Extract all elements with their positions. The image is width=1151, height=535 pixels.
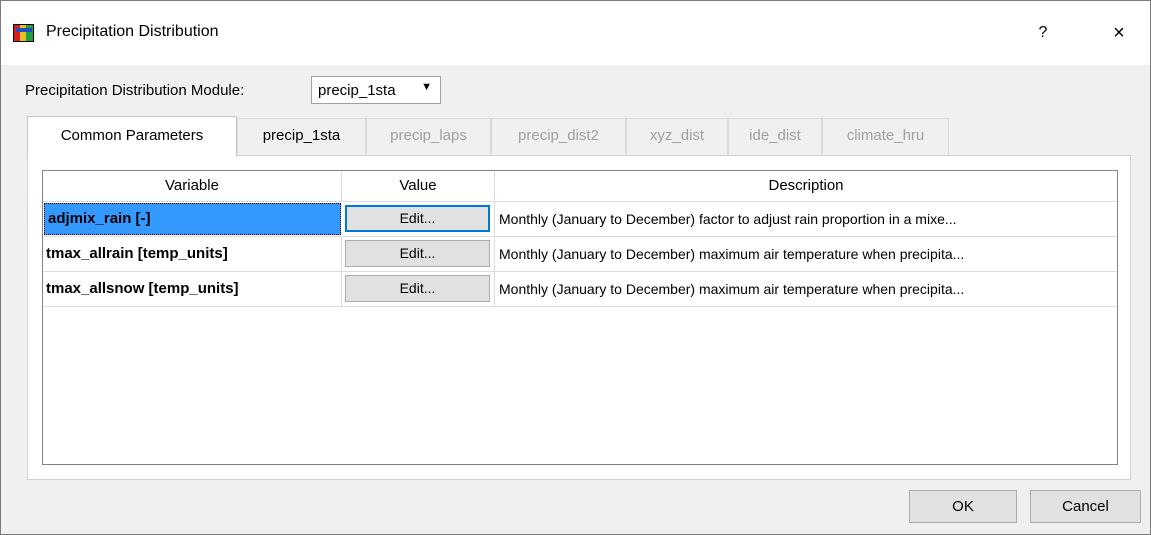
edit-button[interactable]: Edit... — [345, 205, 490, 232]
tab-ide-dist[interactable]: ide_dist — [728, 118, 822, 154]
table-header: Variable Value Description — [43, 171, 1117, 202]
variable-cell[interactable]: tmax_allsnow [temp_units] — [43, 272, 342, 306]
window-title: Precipitation Distribution — [46, 23, 219, 40]
tab-precip-1sta[interactable]: precip_1sta — [237, 118, 366, 154]
tab-panel: Variable Value Description adjmix_rain [… — [27, 155, 1131, 480]
app-icon — [13, 24, 34, 42]
module-label: Precipitation Distribution Module: — [25, 82, 245, 99]
value-cell: Edit... — [342, 202, 495, 236]
table-row[interactable]: adjmix_rain [-] Edit... Monthly (January… — [43, 202, 1117, 237]
table-row[interactable]: tmax_allsnow [temp_units] Edit... Monthl… — [43, 272, 1117, 307]
tab-precip-dist2[interactable]: precip_dist2 — [491, 118, 626, 154]
variable-cell[interactable]: adjmix_rain [-] — [44, 203, 341, 235]
description-cell: Monthly (January to December) factor to … — [499, 211, 957, 227]
value-cell: Edit... — [342, 237, 495, 271]
value-cell: Edit... — [342, 272, 495, 306]
edit-button[interactable]: Edit... — [345, 240, 490, 267]
close-button[interactable]: × — [1101, 19, 1137, 47]
title-bar: Precipitation Distribution ? × — [1, 1, 1150, 65]
description-cell: Monthly (January to December) maximum ai… — [499, 281, 965, 297]
column-header-description[interactable]: Description — [495, 171, 1117, 201]
dialog-window: Precipitation Distribution ? × Precipita… — [0, 0, 1151, 535]
help-button[interactable]: ? — [1025, 19, 1061, 47]
tab-climate-hru[interactable]: climate_hru — [822, 118, 949, 154]
edit-button[interactable]: Edit... — [345, 275, 490, 302]
parameter-table: Variable Value Description adjmix_rain [… — [42, 170, 1118, 465]
variable-cell[interactable]: tmax_allrain [temp_units] — [43, 237, 342, 271]
module-dropdown-value: precip_1sta — [318, 82, 396, 99]
tab-xyz-dist[interactable]: xyz_dist — [626, 118, 728, 154]
table-row[interactable]: tmax_allrain [temp_units] Edit... Monthl… — [43, 237, 1117, 272]
description-cell: Monthly (January to December) maximum ai… — [499, 246, 965, 262]
module-dropdown[interactable]: precip_1sta ▼ — [311, 76, 441, 104]
ok-button[interactable]: OK — [909, 490, 1017, 523]
column-header-variable[interactable]: Variable — [43, 171, 342, 201]
cancel-button[interactable]: Cancel — [1030, 490, 1141, 523]
column-header-value[interactable]: Value — [342, 171, 495, 201]
tab-precip-laps[interactable]: precip_laps — [366, 118, 491, 154]
tab-common-parameters[interactable]: Common Parameters — [27, 116, 237, 156]
chevron-down-icon: ▼ — [421, 81, 432, 93]
